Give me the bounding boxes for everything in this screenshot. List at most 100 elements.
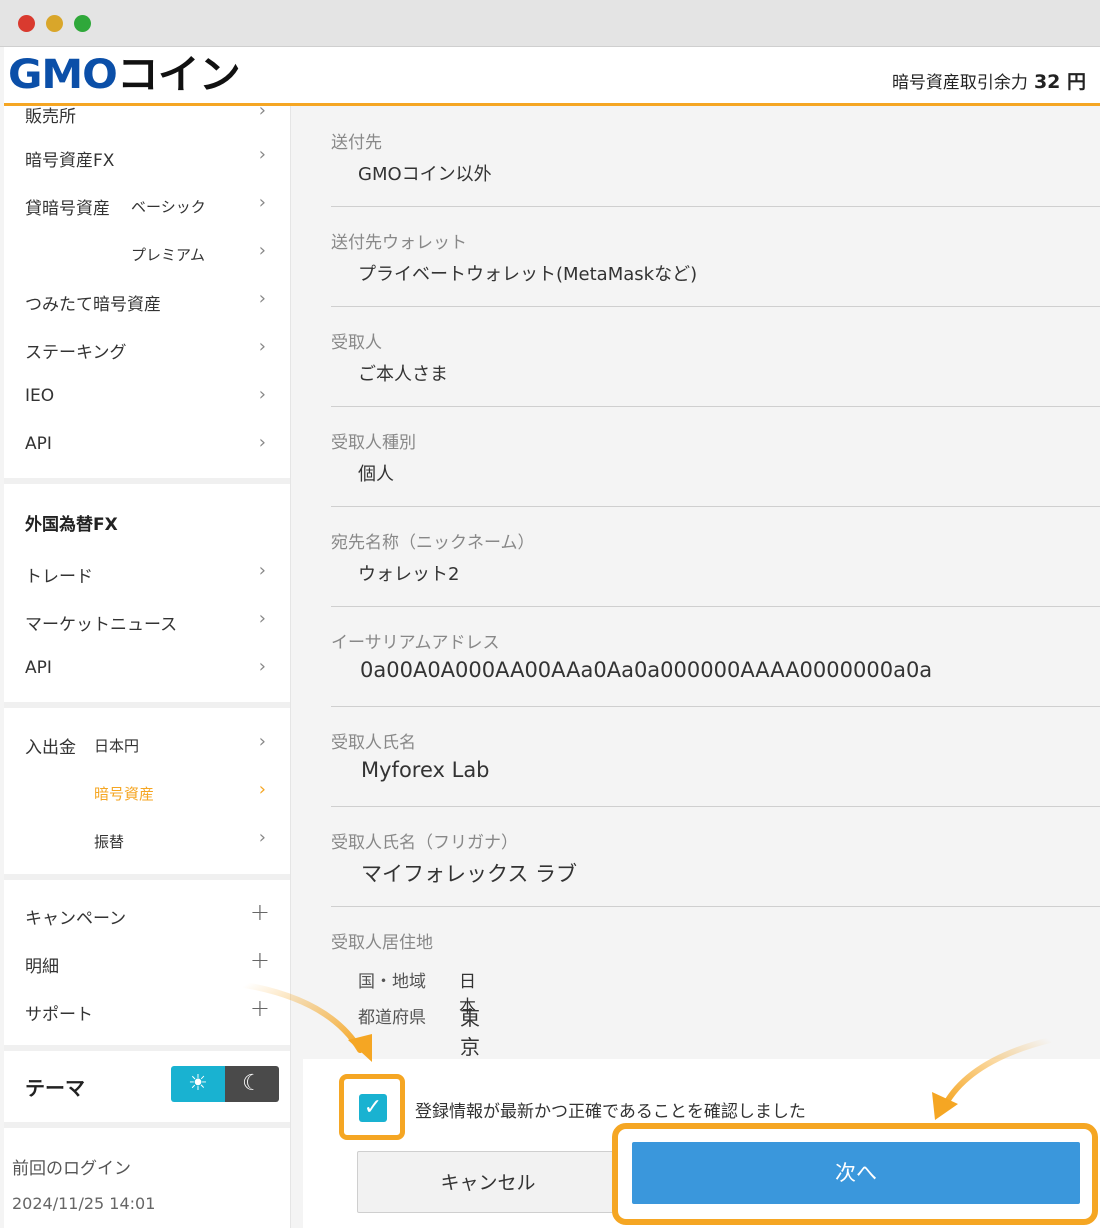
sidebar-item-fx-api[interactable]: API › [4,646,290,690]
sidebar-item-label: API [25,658,52,678]
form-field-recipient-type: 受取人種別 個人 [331,406,1100,507]
sidebar-item-lending-basic[interactable]: 貸暗号資産 ベーシック › [4,182,290,226]
sidebar-item-fx-trade[interactable]: トレード › [4,550,290,594]
sidebar-item-deposit-crypto[interactable]: 暗号資産 › [4,769,290,813]
transfer-confirmation: 送付先 GMOコイン以外 送付先ウォレット プライベートウォレット(MetaMa… [303,106,1100,1228]
field-value: Myforex Lab [361,758,490,782]
sidebar-item-label: 入出金 [25,738,76,758]
field-label: 送付先ウォレット [331,233,467,253]
chevron-right-icon: › [258,608,266,629]
field-label: 受取人種別 [331,433,416,453]
chevron-right-icon: › [258,656,266,677]
last-login-value: 2024/11/25 14:01 [12,1194,156,1213]
sidebar-item-staking[interactable]: ステーキング › [4,326,290,370]
chevron-right-icon: › [258,144,266,165]
form-field-wallet: 送付先ウォレット プライベートウォレット(MetaMaskなど) [331,206,1100,307]
moon-icon[interactable]: ☾ [225,1066,279,1102]
address-prefecture-row: 都道府県 東京都 [358,1003,480,1088]
chevron-right-icon: › [258,192,266,213]
gmo-coin-logo[interactable]: GMOコイン [8,53,288,97]
balance-value: 32 円 [1033,71,1086,93]
field-label: 受取人氏名（フリガナ） [331,833,518,853]
confirm-checkbox-label[interactable]: 登録情報が最新かつ正確であることを確認しました [415,1097,806,1122]
sidebar-item-hanbaijo[interactable]: 販売所 › [4,106,290,134]
maximize-window-button[interactable] [74,15,91,32]
confirm-checkbox[interactable]: ✓ [359,1094,387,1122]
field-value: 個人 [358,464,394,485]
theme-toggle[interactable]: ☀ ☾ [171,1066,279,1102]
field-value: マイフォレックス ラブ [361,862,578,886]
sidebar-item-crypto-fx[interactable]: 暗号資産FX › [4,134,290,178]
confirmation-footer: ✓ 登録情報が最新かつ正確であることを確認しました キャンセル 次へ [303,1059,1100,1228]
sidebar-item-label: キャンペーン [25,909,127,929]
field-label: 受取人 [331,333,382,353]
field-label: 宛先名称（ニックネーム） [331,533,535,553]
sidebar-item-label: マーケットニュース [25,615,178,635]
field-value: 0a00A0A000AA00AAa0Aa0a000000AAAA0000000a… [360,658,933,682]
minimize-window-button[interactable] [46,15,63,32]
sidebar-item-deposit-jpy[interactable]: 入出金 日本円 › [4,721,290,765]
sidebar-item-label: つみたて暗号資産 [25,295,161,315]
plus-icon: + [249,946,270,974]
sidebar-divider [4,1122,290,1128]
plus-icon: + [249,994,270,1022]
field-value: GMOコイン以外 [358,164,492,185]
country-label: 国・地域 [358,972,426,992]
sidebar-item-label: サポート [25,1005,93,1025]
sidebar-item-market-news[interactable]: マーケットニュース › [4,598,290,642]
sidebar-item-label: 貸暗号資産 [25,199,110,219]
logo-kana: コイン [116,52,241,98]
sidebar-subitem-label-active: 暗号資産 [94,785,155,803]
field-label: 受取人氏名 [331,733,416,753]
sidebar-item-label: 暗号資産FX [25,151,115,171]
chevron-right-icon: › [258,432,266,453]
theme-label: テーマ [25,1076,85,1100]
sidebar-subitem-label: 振替 [94,833,125,851]
chevron-right-icon: › [258,106,266,121]
sidebar-subitem-label: ベーシック [131,198,206,216]
trading-balance: 暗号資産取引余力 32 円 [892,67,1086,94]
field-label: 送付先 [331,133,382,153]
window-titlebar [0,0,1100,47]
chevron-right-icon: › [258,560,266,581]
checkbox-highlight: ✓ [339,1074,405,1140]
next-button[interactable]: 次へ [632,1142,1080,1204]
field-label: 受取人居住地 [331,933,433,953]
next-button-highlight: 次へ [612,1123,1098,1225]
sidebar-divider [4,702,290,708]
logo-latin: GMO [8,52,118,98]
field-label: イーサリアムアドレス [331,633,500,653]
sidebar-subitem-label: プレミアム [131,246,205,264]
sidebar-item-lending-premium[interactable]: プレミアム › [4,230,290,274]
close-window-button[interactable] [18,15,35,32]
form-field-residence: 受取人居住地 国・地域 日本 都道府県 東京都 [331,906,1100,1088]
form-field-recipient-kana: 受取人氏名（フリガナ） マイフォレックス ラブ [331,806,1100,907]
address-country-row: 国・地域 日本 [358,967,476,1017]
site-header: GMOコイン 暗号資産取引余力 32 円 [4,47,1100,106]
sidebar-item-transfer[interactable]: 振替 › [4,817,290,861]
chevron-right-icon: › [258,779,266,800]
sidebar-item-label: 明細 [25,957,59,977]
field-value: ウォレット2 [358,564,460,585]
sidebar-item-statement[interactable]: 明細 + [4,940,290,984]
sidebar-item-ieo[interactable]: IEO › [4,374,290,418]
chevron-right-icon: › [258,827,266,848]
chevron-right-icon: › [258,240,266,261]
sidebar-divider [4,478,290,484]
sidebar-item-crypto-api[interactable]: API › [4,422,290,466]
prefecture-label: 都道府県 [358,1008,426,1028]
sidebar-item-tsumitate[interactable]: つみたて暗号資産 › [4,278,290,322]
check-icon: ✓ [363,1095,383,1120]
sidebar-item-campaign[interactable]: キャンペーン + [4,892,290,936]
sun-icon[interactable]: ☀ [171,1066,225,1102]
form-field-nickname: 宛先名称（ニックネーム） ウォレット2 [331,506,1100,607]
field-value: プライベートウォレット(MetaMaskなど) [358,264,698,285]
form-field-destination: 送付先 GMOコイン以外 [331,106,1100,207]
chevron-right-icon: › [258,731,266,752]
sidebar-item-support[interactable]: サポート + [4,988,290,1032]
plus-icon: + [249,898,270,926]
sidebar-item-label: トレード [25,567,93,587]
cancel-button[interactable]: キャンセル [357,1151,619,1213]
balance-label: 暗号資産取引余力 [891,73,1028,93]
sidebar-nav: 販売所 › 暗号資産FX › 貸暗号資産 ベーシック › プレミアム › つみた… [4,106,291,1228]
